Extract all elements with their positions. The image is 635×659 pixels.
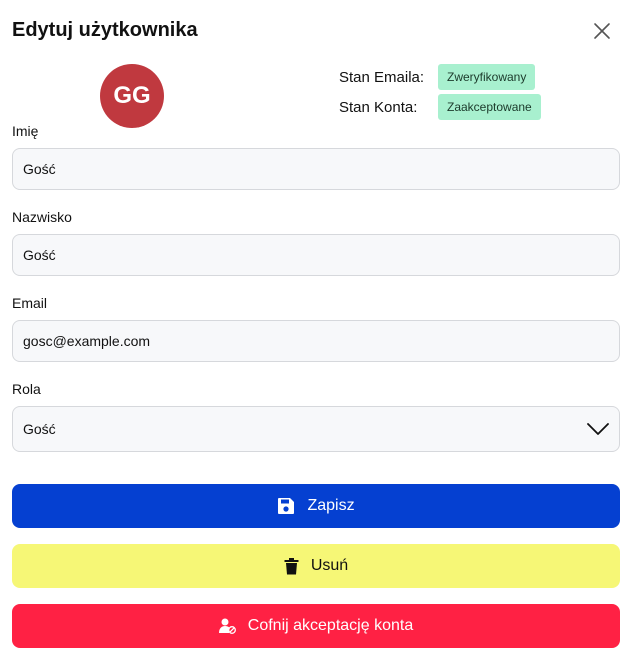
role-label: Rola <box>12 381 41 397</box>
delete-button-label: Usuń <box>310 557 349 574</box>
account-status-row: Stan Konta: Zaakceptowane <box>339 94 541 120</box>
save-icon <box>277 497 295 515</box>
trash-icon <box>284 557 299 575</box>
save-button-label: Zapisz <box>307 497 355 514</box>
delete-button[interactable]: Usuń <box>12 544 620 588</box>
role-select-value: Gość <box>23 421 56 437</box>
first-name-label: Imię <box>12 123 39 139</box>
email-field[interactable] <box>12 320 620 362</box>
role-select[interactable]: Gość <box>12 406 620 452</box>
close-button[interactable] <box>590 19 614 43</box>
save-button[interactable]: Zapisz <box>12 484 620 528</box>
last-name-field[interactable] <box>12 234 620 276</box>
user-revoke-icon <box>218 618 236 634</box>
revoke-acceptance-button[interactable]: Cofnij akceptację konta <box>12 604 620 648</box>
avatar: GG <box>100 64 164 128</box>
avatar-initials: GG <box>113 82 151 109</box>
chevron-down-icon <box>587 423 609 435</box>
dialog-title: Edytuj użytkownika <box>12 19 198 41</box>
email-status-row: Stan Emaila: Zweryfikowany <box>339 64 536 90</box>
first-name-field[interactable] <box>12 148 620 190</box>
email-status-badge: Zweryfikowany <box>438 64 536 90</box>
account-status-badge: Zaakceptowane <box>438 94 541 120</box>
email-label: Email <box>12 295 48 311</box>
last-name-label: Nazwisko <box>12 209 72 225</box>
close-icon <box>594 23 610 39</box>
revoke-button-label: Cofnij akceptację konta <box>247 617 414 634</box>
account-status-label: Stan Konta: <box>339 98 418 116</box>
email-status-label: Stan Emaila: <box>339 68 425 86</box>
